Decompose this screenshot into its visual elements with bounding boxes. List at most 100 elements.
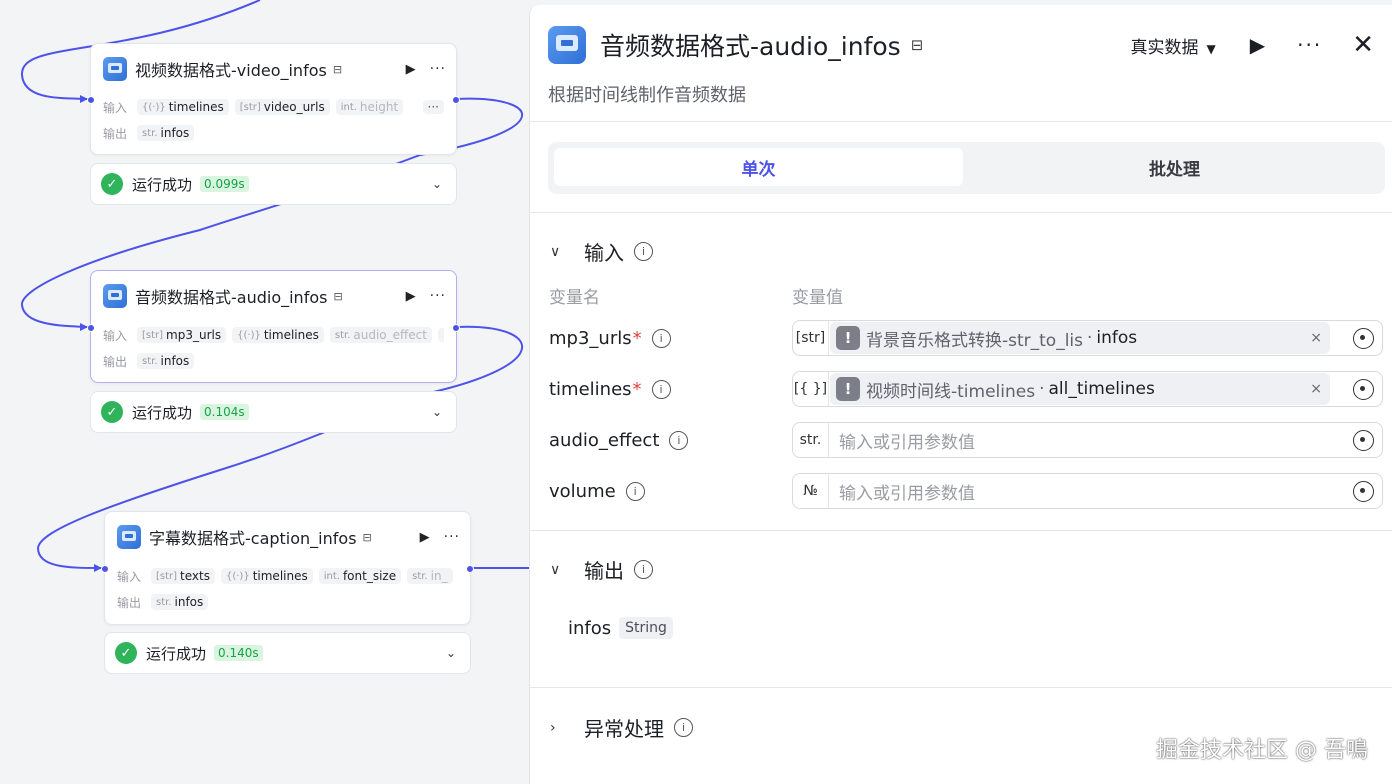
run-mode-tabs: 单次 批处理 [548, 142, 1385, 194]
output-chip: str. infos [137, 125, 195, 141]
type-indicator: [str] [793, 321, 829, 355]
output-variable: infos String [568, 617, 673, 639]
node-audio-infos[interactable]: 音频数据格式-audio_infos ⊟ ▶ ··· 输入 [str] mp3_u… [87, 270, 460, 383]
run-time-badge: 0.099s [200, 176, 249, 192]
more-inputs-button[interactable]: ··· [422, 100, 444, 114]
reference-chip[interactable]: ! 视频时间线-timelines · all_timelines × [830, 373, 1330, 405]
divider [530, 212, 1392, 213]
run-status-bar[interactable]: ✓ 运行成功 0.140s ⌄ [104, 632, 471, 674]
chevron-down-icon[interactable]: ⌄ [432, 177, 442, 191]
tab-batch[interactable]: 批处理 [970, 148, 1379, 186]
output-chip: str. infos [151, 594, 209, 610]
type-indicator: str. [793, 423, 829, 457]
audio-effect-field[interactable]: str. 输入或引用参数值 [792, 422, 1383, 458]
divider [530, 687, 1392, 688]
output-name: infos [568, 617, 612, 639]
run-node-button[interactable]: ▶ [406, 289, 416, 304]
panel-title: 音频数据格式-audio_infos [600, 32, 901, 61]
more-button[interactable]: ··· [430, 288, 446, 304]
info-icon[interactable]: i [674, 718, 693, 737]
run-node-button[interactable]: ▶ [420, 530, 430, 545]
panel-description: 根据时间线制作音频数据 [548, 85, 746, 106]
plugin-badge-icon: ⊟ [362, 530, 372, 544]
node-title: 音频数据格式-audio_infos [135, 288, 328, 307]
plugin-badge-icon: ⊟ [333, 289, 343, 303]
node-title: 字幕数据格式-caption_infos [149, 529, 357, 548]
warning-icon: ! [836, 377, 860, 401]
input-chip: {(·)} timelines [232, 327, 324, 343]
success-check-icon: ✓ [101, 401, 123, 423]
info-icon[interactable]: i [634, 560, 653, 579]
output-label: 输出 [117, 595, 142, 610]
column-header-name: 变量名 [549, 288, 600, 308]
run-status-bar[interactable]: ✓ 运行成功 0.104s ⌄ [90, 391, 457, 433]
mp3-urls-field[interactable]: [str] ! 背景音乐格式转换-str_to_lis · infos × [792, 320, 1383, 356]
status-text: 运行成功 [146, 644, 207, 663]
more-button[interactable]: ··· [444, 529, 460, 545]
data-mode-dropdown[interactable]: 真实数据 ▼ [1131, 33, 1216, 58]
node-caption-infos[interactable]: 字幕数据格式-caption_infos ⊟ ▶ ··· 输入 [str] tex… [101, 511, 474, 625]
var-label-volume: volume i [549, 473, 645, 509]
caret-down-icon: ▼ [1206, 41, 1216, 56]
input-port[interactable] [87, 96, 95, 104]
success-check-icon: ✓ [101, 173, 123, 195]
reference-chip[interactable]: ! 背景音乐格式转换-str_to_lis · infos × [830, 322, 1330, 354]
input-chip: str. audio_effect [329, 327, 432, 343]
input-port[interactable] [101, 565, 109, 573]
run-status-bar[interactable]: ✓ 运行成功 0.099s ⌄ [90, 163, 457, 205]
chevron-down-icon[interactable]: ⌄ [446, 646, 456, 660]
output-port[interactable] [452, 96, 460, 104]
run-time-badge: 0.140s [214, 645, 263, 661]
reference-target-icon[interactable] [1353, 480, 1374, 502]
plugin-icon [548, 26, 586, 64]
plugin-badge-icon: ⊟ [332, 62, 343, 76]
plugin-badge-icon: ⊟ [910, 36, 924, 54]
warning-icon: ! [836, 326, 860, 350]
clear-icon[interactable]: × [1310, 330, 1322, 346]
column-header-value: 变量值 [792, 288, 843, 308]
run-button[interactable]: ▶ [1250, 33, 1265, 57]
error-handling-section-header[interactable]: › 异常处理 i [550, 713, 693, 742]
info-icon[interactable]: i [669, 430, 689, 450]
reference-target-icon[interactable] [1353, 327, 1374, 349]
output-port[interactable] [452, 324, 460, 332]
info-icon[interactable]: i [651, 328, 671, 348]
close-icon[interactable]: ✕ [1352, 30, 1374, 60]
input-chip: {(·)} timelines [137, 99, 229, 115]
reference-target-icon[interactable] [1353, 429, 1374, 451]
type-indicator: № [793, 474, 829, 508]
clear-icon[interactable]: × [1310, 381, 1322, 397]
input-port[interactable] [87, 324, 95, 332]
node-detail-panel: 音频数据格式-audio_infos ⊟ 真实数据 ▼ ▶ ··· ✕ 根据时间线… [529, 5, 1392, 784]
watermark: 掘金技术社区 @ 吾鳴 [1156, 738, 1368, 763]
workflow-canvas[interactable]: 视频数据格式-video_infos ⊟ ▶ ··· 输入 {(·)} timel… [0, 0, 530, 784]
plugin-icon [103, 57, 127, 81]
tab-single[interactable]: 单次 [554, 148, 963, 186]
status-text: 运行成功 [132, 175, 193, 194]
more-inputs-button[interactable]: ··· [437, 328, 444, 342]
info-icon[interactable]: i [651, 379, 671, 399]
run-node-button[interactable]: ▶ [406, 62, 416, 77]
chevron-down-icon[interactable]: ⌄ [432, 405, 442, 419]
output-label: 输出 [103, 354, 128, 369]
info-icon[interactable]: i [634, 242, 653, 261]
status-text: 运行成功 [132, 403, 193, 422]
plugin-icon [103, 284, 127, 308]
volume-field[interactable]: № 输入或引用参数值 [792, 473, 1383, 509]
input-chip: str. in_ [407, 568, 453, 584]
divider [530, 121, 1392, 122]
timelines-field[interactable]: [{ }] ! 视频时间线-timelines · all_timelines × [792, 371, 1383, 407]
more-button[interactable]: ··· [1297, 33, 1322, 57]
more-button[interactable]: ··· [430, 61, 446, 77]
input-section-header[interactable]: ∨ 输入 i [550, 237, 653, 266]
output-chip: str. infos [137, 353, 195, 369]
node-video-infos[interactable]: 视频数据格式-video_infos ⊟ ▶ ··· 输入 {(·)} timel… [87, 43, 460, 155]
audio-effect-placeholder: 输入或引用参数值 [839, 432, 975, 453]
info-icon[interactable]: i [625, 481, 645, 501]
output-port[interactable] [466, 565, 474, 573]
output-section-header[interactable]: ∨ 输出 i [550, 555, 653, 584]
var-label-mp3-urls: mp3_urls * i [549, 320, 671, 356]
input-chip: [str] texts [151, 568, 215, 584]
reference-target-icon[interactable] [1353, 378, 1374, 400]
chevron-right-icon: › [550, 719, 556, 736]
